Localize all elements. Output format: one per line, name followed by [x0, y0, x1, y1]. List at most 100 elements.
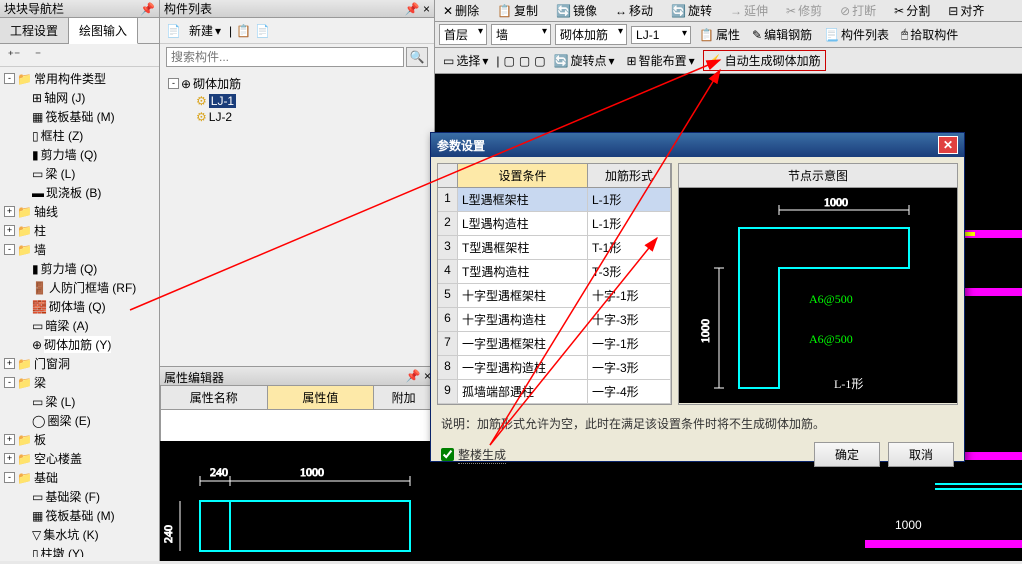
- tree-label[interactable]: 基础梁 (F): [45, 488, 100, 505]
- table-row[interactable]: 3T型遇框架柱T-1形: [438, 236, 671, 260]
- tree-label[interactable]: 集水坑 (K): [43, 526, 98, 543]
- tree-label[interactable]: 门窗洞: [34, 355, 70, 372]
- tree-label[interactable]: 圈梁 (E): [47, 412, 90, 429]
- search-button[interactable]: 🔍: [406, 47, 428, 67]
- expand-icon[interactable]: ⁺⁻: [6, 47, 22, 63]
- component-type-tree[interactable]: -📁常用构件类型 ⊞轴网 (J) ▦筏板基础 (M) ▯框柱 (Z) ▮剪力墙 …: [0, 67, 159, 557]
- row-type[interactable]: T-3形: [588, 260, 671, 283]
- tree-label[interactable]: 剪力墙 (Q): [41, 146, 98, 163]
- tree-label[interactable]: 框柱 (Z): [41, 127, 84, 144]
- tab-project-settings[interactable]: 工程设置: [0, 18, 69, 43]
- split-button[interactable]: ✂ 分割: [890, 1, 934, 20]
- tree-label[interactable]: 剪力墙 (Q): [41, 260, 98, 277]
- tree-label[interactable]: 人防门框墙 (RF): [49, 279, 136, 296]
- tool-icon[interactable]: ▢: [534, 54, 545, 68]
- tool-icon[interactable]: ▢: [504, 54, 515, 68]
- close-icon[interactable]: 📌 ×: [406, 369, 431, 383]
- pin-icon[interactable]: 📌: [140, 2, 155, 16]
- tab-draw-input[interactable]: 绘图输入: [69, 18, 138, 44]
- ok-button[interactable]: 确定: [814, 442, 880, 467]
- row-type[interactable]: 一字-4形: [588, 380, 671, 403]
- whole-building-checkbox[interactable]: 整楼生成: [441, 446, 506, 464]
- tree-label[interactable]: 板: [34, 431, 46, 448]
- tree-toggle[interactable]: +: [4, 434, 15, 445]
- mirror-button[interactable]: 🔄 镜像: [552, 1, 601, 20]
- tree-toggle[interactable]: +: [4, 225, 15, 236]
- paste-icon[interactable]: 📄: [255, 24, 270, 38]
- row-type[interactable]: T-1形: [588, 236, 671, 259]
- row-type[interactable]: 一字-3形: [588, 356, 671, 379]
- collapse-icon[interactable]: ⁻: [30, 47, 46, 63]
- smart-layout-button[interactable]: ⊞ 智能布置 ▾: [623, 51, 699, 70]
- tree-label[interactable]: 柱: [34, 222, 46, 239]
- tree-label[interactable]: 梁 (L): [45, 165, 75, 182]
- dialog-titlebar[interactable]: 参数设置 ✕: [431, 133, 964, 157]
- tree-label[interactable]: 筏板基础 (M): [45, 507, 114, 524]
- tree-toggle[interactable]: -: [168, 78, 179, 89]
- table-row[interactable]: 8一字型遇构造柱一字-3形: [438, 356, 671, 380]
- checkbox-input[interactable]: [441, 448, 454, 461]
- dialog-close-button[interactable]: ✕: [938, 136, 958, 154]
- separator: |: [496, 54, 499, 68]
- tree-label[interactable]: 砌体加筋: [193, 75, 241, 92]
- table-row[interactable]: 1L型遇框架柱L-1形: [438, 188, 671, 212]
- tree-label[interactable]: 梁: [34, 374, 46, 391]
- row-type[interactable]: L-1形: [588, 212, 671, 235]
- tree-label[interactable]: 砌体加筋 (Y): [44, 336, 111, 353]
- copy-button[interactable]: 📋 复制: [493, 1, 542, 20]
- pick-component-button[interactable]: 🖱 拾取构件: [897, 25, 962, 44]
- move-button[interactable]: ↔ 移动: [611, 1, 657, 20]
- align-button[interactable]: ⊟ 对齐: [944, 1, 988, 20]
- tool-icon[interactable]: ▢: [519, 54, 530, 68]
- rotate-point-button[interactable]: 🔄 旋转点 ▾: [550, 51, 619, 70]
- tree-label[interactable]: 墙: [34, 241, 46, 258]
- floor-dropdown[interactable]: 首层: [439, 24, 487, 45]
- table-row[interactable]: 5十字型遇框架柱十字-1形: [438, 284, 671, 308]
- table-row[interactable]: 7一字型遇框架柱一字-1形: [438, 332, 671, 356]
- type-dropdown[interactable]: 砌体加筋: [555, 24, 627, 45]
- tree-label[interactable]: 轴网 (J): [44, 89, 85, 106]
- table-row[interactable]: 4T型遇构造柱T-3形: [438, 260, 671, 284]
- row-type[interactable]: 十字-3形: [588, 308, 671, 331]
- edit-rebar-button[interactable]: ✎ 编辑钢筋: [748, 25, 816, 44]
- component-tree[interactable]: -⊕砌体加筋 ⚙LJ-1 ⚙LJ-2: [160, 70, 434, 370]
- select-button[interactable]: ▭ 选择 ▾: [439, 51, 492, 70]
- row-type[interactable]: 一字-1形: [588, 332, 671, 355]
- search-input[interactable]: [166, 47, 404, 67]
- row-type[interactable]: 十字-1形: [588, 284, 671, 307]
- component-list-button[interactable]: 📃 构件列表: [820, 25, 893, 44]
- table-row[interactable]: 2L型遇构造柱L-1形: [438, 212, 671, 236]
- tree-toggle[interactable]: -: [4, 472, 15, 483]
- component-dropdown[interactable]: LJ-1: [631, 26, 691, 44]
- rotate-button[interactable]: 🔄 旋转: [667, 1, 716, 20]
- tree-toggle[interactable]: +: [4, 453, 15, 464]
- tree-label[interactable]: 梁 (L): [45, 393, 75, 410]
- tree-toggle[interactable]: +: [4, 206, 15, 217]
- row-type[interactable]: L-1形: [588, 188, 671, 211]
- tree-label[interactable]: 筏板基础 (M): [45, 108, 114, 125]
- pin-icon[interactable]: 📌 ×: [405, 2, 430, 16]
- category-dropdown[interactable]: 墙: [491, 24, 551, 45]
- tree-label[interactable]: 空心楼盖: [34, 450, 82, 467]
- new-button[interactable]: 新建 ▾: [185, 21, 225, 40]
- tree-label[interactable]: 暗梁 (A): [45, 317, 88, 334]
- tree-label[interactable]: 基础: [34, 469, 58, 486]
- tree-toggle[interactable]: -: [4, 73, 15, 84]
- tree-label[interactable]: 柱墩 (Y): [41, 545, 84, 557]
- tree-toggle[interactable]: -: [4, 377, 15, 388]
- tree-toggle[interactable]: +: [4, 358, 15, 369]
- tree-label[interactable]: 砌体墙 (Q): [49, 298, 106, 315]
- tree-label[interactable]: LJ-2: [209, 110, 232, 124]
- copy-icon[interactable]: 📋: [236, 24, 251, 38]
- table-row[interactable]: 9孤墙端部遇柱一字-4形: [438, 380, 671, 404]
- tree-label[interactable]: LJ-1: [209, 94, 236, 108]
- props-button[interactable]: 📋 属性: [695, 25, 744, 44]
- tree-toggle[interactable]: -: [4, 244, 15, 255]
- table-row[interactable]: 6十字型遇构造柱十字-3形: [438, 308, 671, 332]
- delete-button[interactable]: ✕ 删除: [439, 1, 483, 20]
- tree-label[interactable]: 常用构件类型: [34, 70, 106, 87]
- tree-label[interactable]: 轴线: [34, 203, 58, 220]
- cancel-button[interactable]: 取消: [888, 442, 954, 467]
- auto-generate-button[interactable]: ⚡ 自动生成砌体加筋: [703, 50, 826, 71]
- tree-label[interactable]: 现浇板 (B): [46, 184, 101, 201]
